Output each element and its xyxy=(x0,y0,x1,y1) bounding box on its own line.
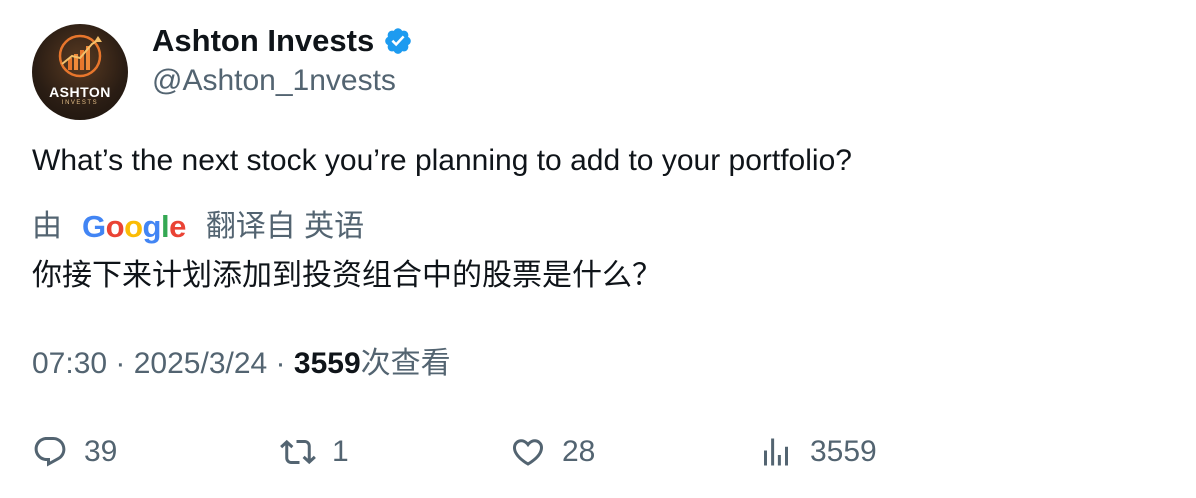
avatar-brand-subtext: INVESTS xyxy=(61,100,99,106)
reply-icon xyxy=(34,437,66,467)
tweet-text: What’s the next stock you’re planning to… xyxy=(32,144,852,177)
reply-button[interactable]: 39 xyxy=(32,432,117,472)
translated-text: 你接下来计划添加到投资组合中的股票是什么？ xyxy=(32,259,662,292)
author-handle[interactable]: @Ashton_1nvests xyxy=(152,62,396,100)
views-icon xyxy=(764,438,788,466)
google-logo: Google xyxy=(82,209,186,244)
avatar[interactable]: ASHTON INVESTS xyxy=(32,24,128,120)
tweet-time[interactable]: 07:30 xyxy=(32,347,107,380)
views-button[interactable]: 3559 xyxy=(758,432,877,472)
like-icon xyxy=(512,439,544,466)
author-name-row: Ashton Invests xyxy=(152,22,413,60)
translation-attribution: 由 Google 翻译自 英语 xyxy=(32,208,364,246)
author-name[interactable]: Ashton Invests xyxy=(152,22,374,60)
verified-badge-icon[interactable] xyxy=(383,26,413,56)
views-label: 次查看 xyxy=(360,347,451,380)
views-count: 3559 xyxy=(293,347,361,380)
translated-from-label[interactable]: 翻译自 英语 xyxy=(206,208,364,246)
translated-by-label: 由 xyxy=(32,210,62,243)
tweet-date[interactable]: 2025/3/24 xyxy=(134,347,267,380)
retweet-button[interactable]: 1 xyxy=(280,432,349,472)
like-button[interactable]: 28 xyxy=(510,432,595,472)
meta-separator: · xyxy=(267,347,294,380)
reply-count: 39 xyxy=(84,435,118,468)
avatar-brand-text: ASHTON xyxy=(49,84,111,100)
tweet-meta: 07:30 · 2025/3/24 · 3559次查看 xyxy=(32,345,451,383)
retweet-icon xyxy=(280,439,316,465)
like-count: 28 xyxy=(562,435,596,468)
meta-separator: · xyxy=(107,347,134,380)
views-action-count: 3559 xyxy=(810,435,877,468)
retweet-count: 1 xyxy=(332,435,349,468)
